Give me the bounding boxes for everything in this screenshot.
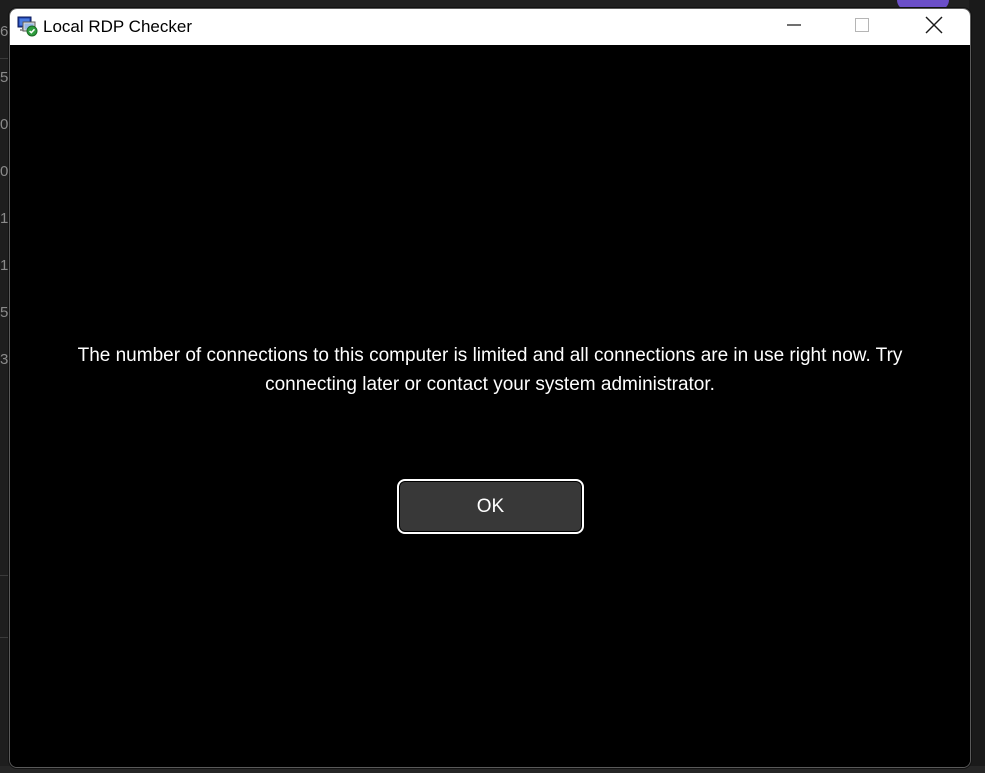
close-icon: [925, 16, 943, 39]
close-button[interactable]: [900, 9, 968, 45]
maximize-button[interactable]: [828, 9, 896, 45]
minimize-button[interactable]: [760, 9, 828, 45]
ok-button[interactable]: OK: [397, 479, 584, 534]
dialog-content: The number of connections to this comput…: [10, 45, 970, 767]
minimize-icon: [786, 17, 802, 38]
error-message: The number of connections to this comput…: [77, 345, 903, 395]
background-right-edge: [969, 0, 985, 773]
dialog-window: Local RDP Checker The number of connecti…: [9, 8, 971, 768]
remote-desktop-icon: [17, 15, 39, 37]
maximize-icon: [854, 17, 870, 38]
window-title: Local RDP Checker: [43, 17, 192, 36]
title-bar[interactable]: Local RDP Checker: [10, 9, 970, 45]
